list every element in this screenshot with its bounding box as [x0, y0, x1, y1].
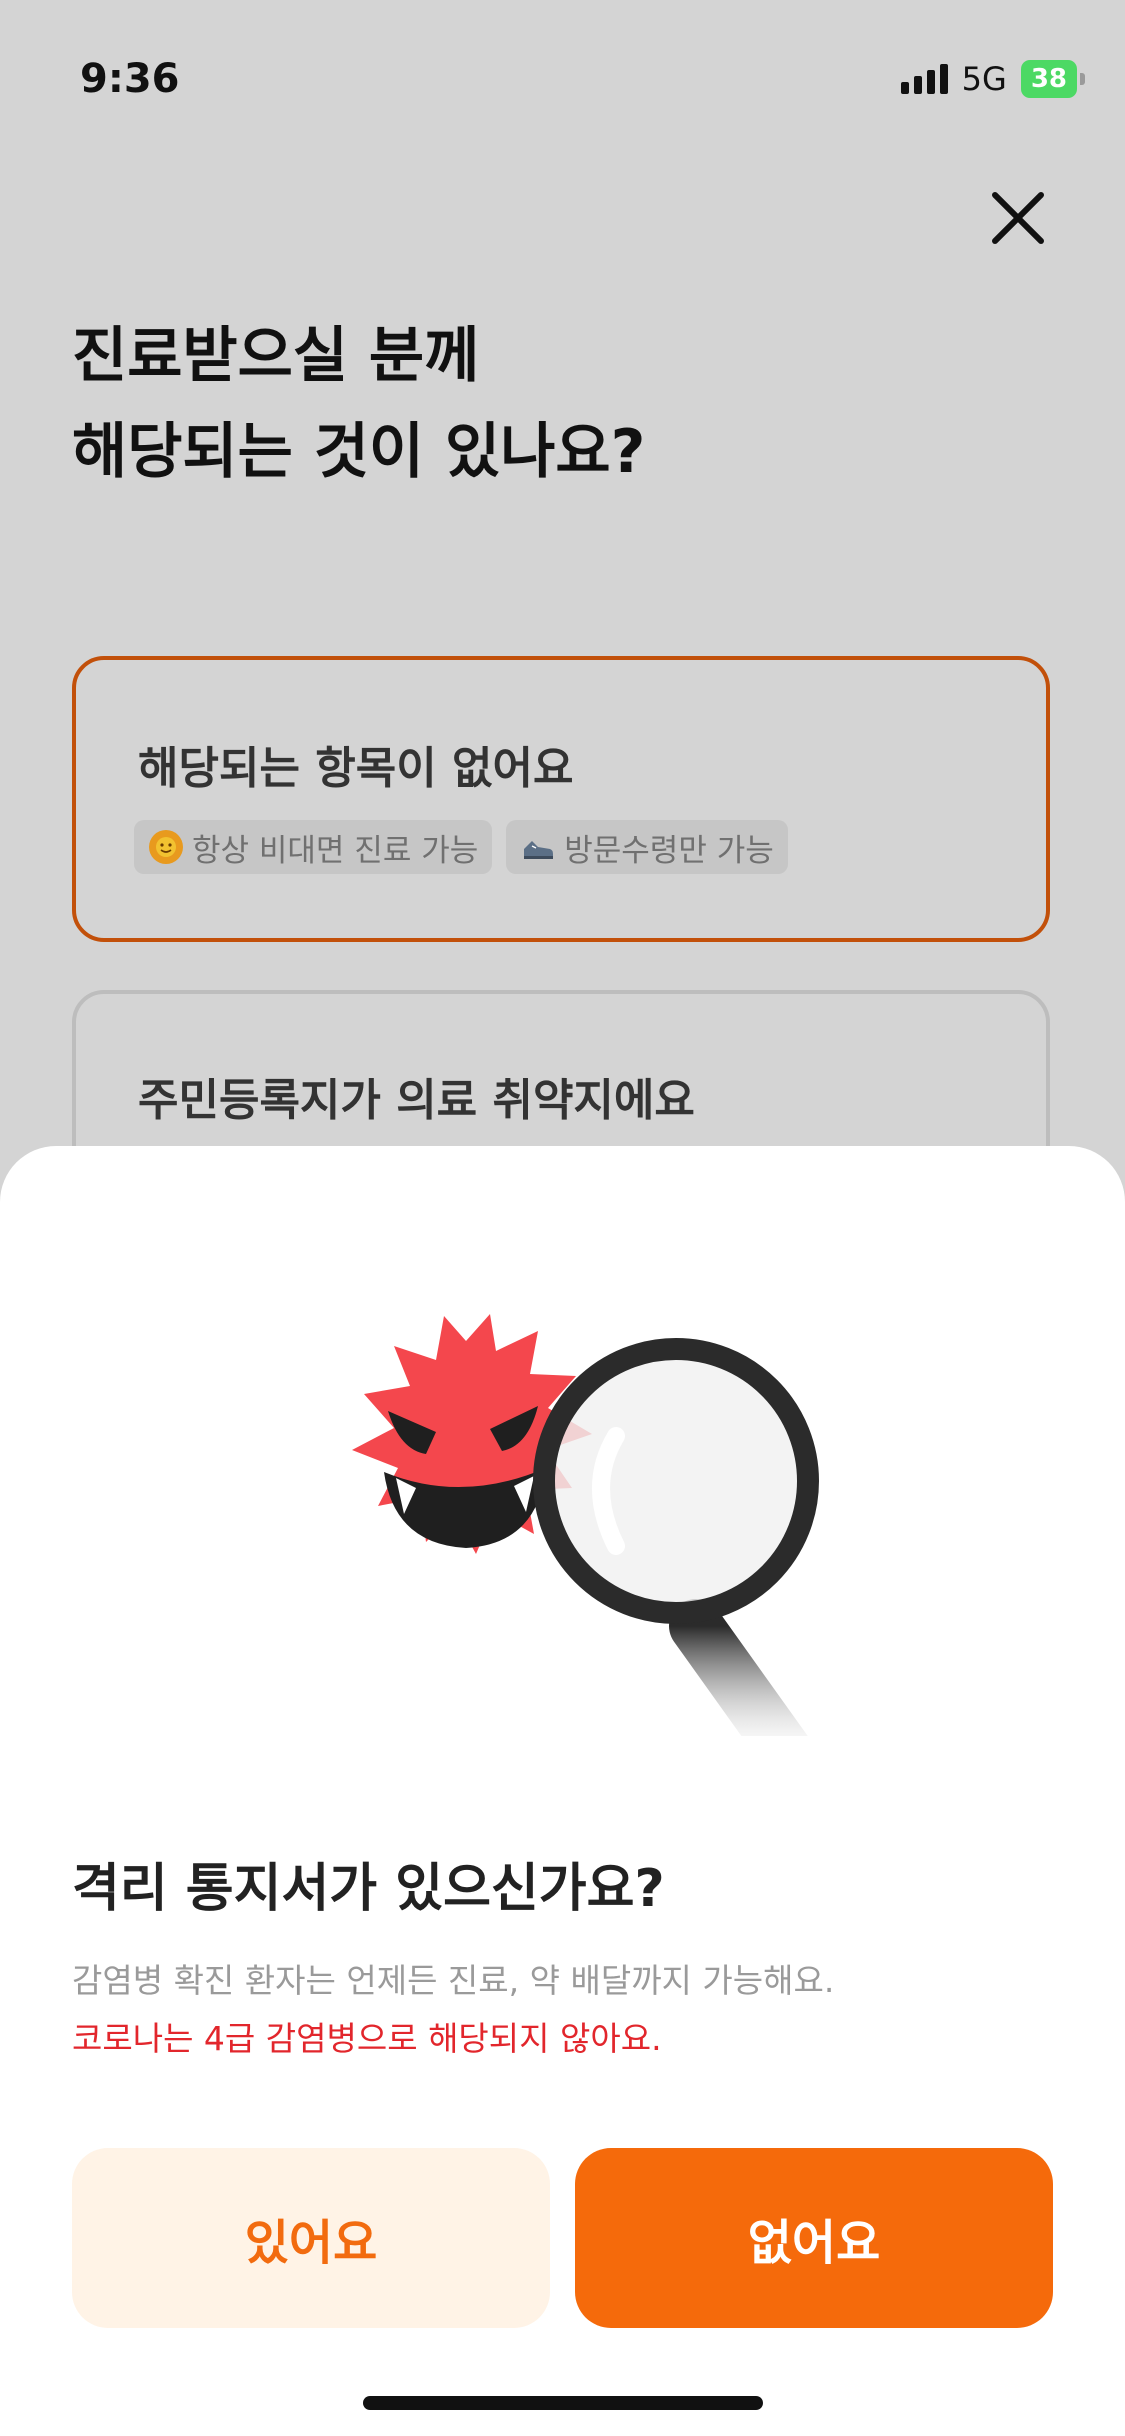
tag-text: 방문수령만 가능 [564, 832, 774, 869]
tag-pickup-only: 방문수령만 가능 [506, 820, 788, 874]
close-icon [992, 192, 1044, 244]
sheet-description: 감염병 확진 환자는 언제든 진료, 약 배달까지 가능해요. [72, 1961, 835, 2000]
title-line-1: 진료받으실 분께 [72, 321, 480, 391]
sheet-title: 격리 통지서가 있으신가요? [72, 1859, 665, 1919]
option-tags: 항상 비대면 진료 가능 방문수령만 가능 [134, 820, 788, 874]
option-label: 주민등록지가 의료 취약지에요 [138, 1075, 695, 1126]
home-indicator [363, 2396, 763, 2410]
yes-button[interactable]: 있어요 [72, 2148, 550, 2328]
virus-magnifier-illustration [352, 1314, 819, 1736]
close-button[interactable] [985, 185, 1051, 251]
bottom-sheet: 격리 통지서가 있으신가요? 감염병 확진 환자는 언제든 진료, 약 배달까지… [0, 1146, 1125, 2436]
shoe-icon [524, 841, 554, 859]
network-label: 5G [961, 60, 1007, 98]
status-bar: 9:36 5G 38 [0, 0, 1125, 160]
battery-icon: 38 [1020, 60, 1085, 98]
option-card-none[interactable]: 해당되는 항목이 없어요 항상 비대면 진료 가능 방문수령만 가능 [72, 656, 1050, 942]
no-button[interactable]: 없어요 [575, 2148, 1053, 2328]
sun-icon [149, 830, 183, 864]
tag-always-remote: 항상 비대면 진료 가능 [134, 820, 493, 874]
battery-level: 38 [1020, 60, 1077, 98]
page-title: 진료받으실 분께 해당되는 것이 있나요? [72, 308, 972, 500]
tag-text: 항상 비대면 진료 가능 [192, 832, 479, 869]
signal-icon [900, 64, 948, 94]
option-label: 해당되는 항목이 없어요 [138, 743, 574, 794]
title-line-2: 해당되는 것이 있나요? [72, 417, 646, 487]
sheet-warning: 코로나는 4급 감염병으로 해당되지 않아요. [72, 2019, 662, 2058]
status-time: 9:36 [80, 56, 180, 102]
status-indicators: 5G 38 [900, 60, 1085, 98]
